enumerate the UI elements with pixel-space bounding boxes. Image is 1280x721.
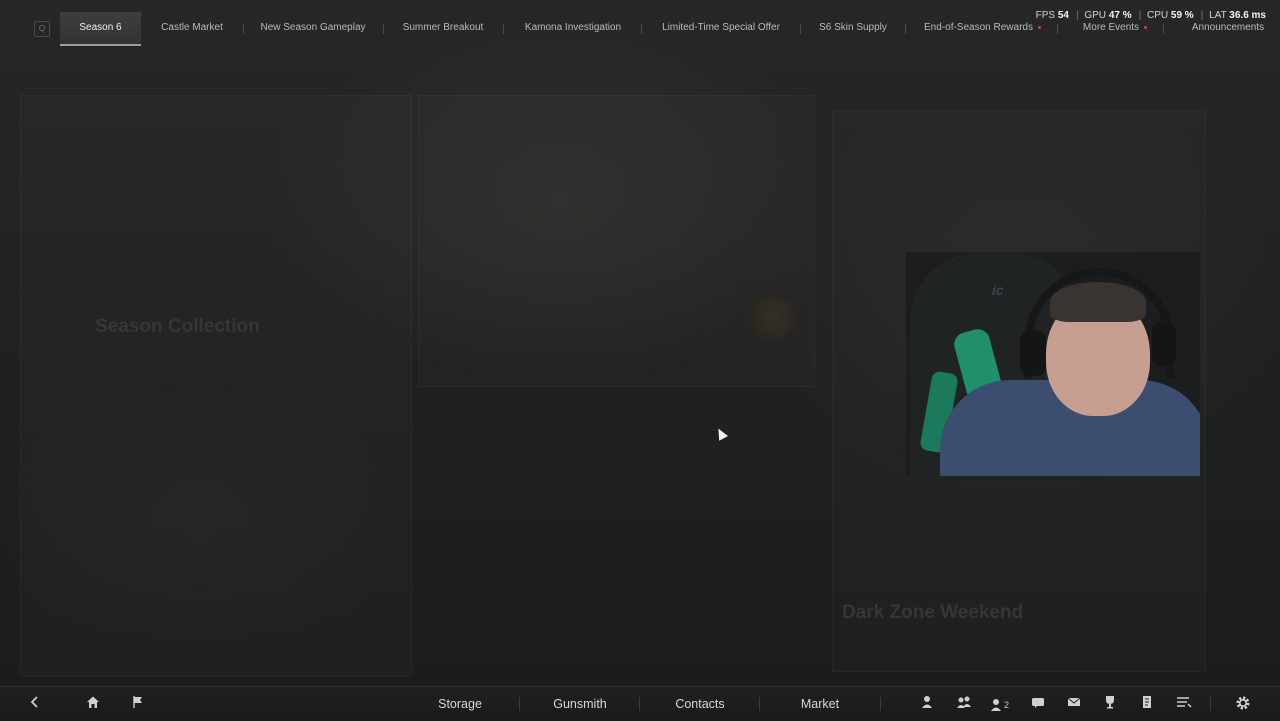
- webcam-overlay: ic: [906, 252, 1200, 476]
- settings-icon[interactable]: [1234, 695, 1252, 713]
- gpu-value: 47 %: [1108, 10, 1132, 21]
- cpu-value: 59 %: [1170, 10, 1194, 21]
- bg-panel-center: [418, 95, 815, 387]
- bg-season-collection-title: Season Collection: [95, 316, 260, 337]
- tab-label: Limited-Time Special Offer: [662, 22, 780, 33]
- tab-label: End-of-Season Rewards: [924, 22, 1033, 33]
- tab-end-of-season-rewards[interactable]: End-of-Season Rewards: [915, 12, 1050, 44]
- fps-value: 54: [1057, 10, 1069, 21]
- tab-limited-time-offer[interactable]: Limited-Time Special Offer: [651, 12, 791, 44]
- tab-label: New Season Gameplay: [260, 22, 366, 33]
- tab-label: More Events: [1082, 22, 1140, 33]
- nav-divider: [1210, 697, 1211, 711]
- tab-divider: [800, 24, 801, 34]
- tab-divider: [1163, 24, 1164, 34]
- notification-dot: [1037, 25, 1041, 29]
- bg-panel-left: [20, 95, 412, 677]
- gpu-label: GPU: [1084, 10, 1107, 21]
- nav-contacts[interactable]: Contacts: [640, 687, 760, 721]
- tab-label: S6 Skin Supply: [819, 22, 887, 33]
- trophy-icon[interactable]: [1101, 695, 1119, 713]
- chair-logo: ic: [992, 282, 1004, 298]
- mail-icon[interactable]: [1065, 695, 1083, 713]
- tab-divider: [1057, 24, 1058, 34]
- chat-icon[interactable]: [1029, 695, 1047, 713]
- nav-divider: [880, 697, 881, 711]
- notification-dot: [1144, 25, 1148, 29]
- friends-count: 2: [1004, 700, 1010, 710]
- menu-icon[interactable]: [1175, 695, 1193, 713]
- tab-divider: [905, 24, 906, 34]
- tab-label: Castle Market: [161, 22, 223, 33]
- tasks-icon[interactable]: [1138, 695, 1156, 713]
- nav-storage[interactable]: Storage: [400, 687, 520, 721]
- tab-label: Season 6: [79, 22, 122, 33]
- bg-coin-icon: [746, 292, 800, 342]
- back-arrow-icon[interactable]: [26, 695, 44, 713]
- tab-label: Kamona Investigation: [524, 22, 622, 33]
- lat-label: LAT: [1209, 10, 1227, 21]
- bottom-bar: Storage Gunsmith Contacts Market 2: [0, 686, 1280, 721]
- nav-market[interactable]: Market: [760, 687, 880, 721]
- flag-icon[interactable]: [129, 695, 147, 713]
- tab-new-season-gameplay[interactable]: New Season Gameplay: [253, 12, 373, 44]
- tab-kamona-investigation[interactable]: Kamona Investigation: [513, 12, 633, 44]
- tab-divider: [503, 24, 504, 34]
- tab-prev-key-hint[interactable]: Q: [34, 21, 50, 37]
- squad-icon[interactable]: [955, 695, 973, 713]
- tab-label: Summer Breakout: [402, 22, 484, 33]
- tab-castle-market[interactable]: Castle Market: [150, 12, 234, 44]
- tab-label: Announcements: [1191, 22, 1265, 33]
- fps-label: FPS: [1035, 10, 1056, 21]
- cpu-label: CPU: [1147, 10, 1169, 21]
- lat-value: 36.6 ms: [1229, 10, 1266, 21]
- tab-divider: [383, 24, 384, 34]
- tab-divider: [641, 24, 642, 34]
- webcam-headset-cup: [1152, 322, 1176, 366]
- profile-icon[interactable]: [918, 695, 936, 713]
- tab-s6-skin-supply[interactable]: S6 Skin Supply: [810, 12, 896, 44]
- webcam-headset-cup: [1020, 330, 1046, 376]
- performance-stats: FPS 54 | GPU 47 % | CPU 59 % | LAT 36.6 ms: [1035, 10, 1266, 21]
- tab-season-6[interactable]: Season 6: [60, 12, 141, 46]
- bg-dark-zone-title: Dark Zone Weekend: [842, 602, 1024, 623]
- tab-divider: [243, 24, 244, 34]
- tab-summer-breakout[interactable]: Summer Breakout: [393, 12, 493, 44]
- nav-gunsmith[interactable]: Gunsmith: [520, 687, 640, 721]
- friends-icon[interactable]: 2: [990, 695, 1016, 713]
- home-icon[interactable]: [84, 695, 102, 713]
